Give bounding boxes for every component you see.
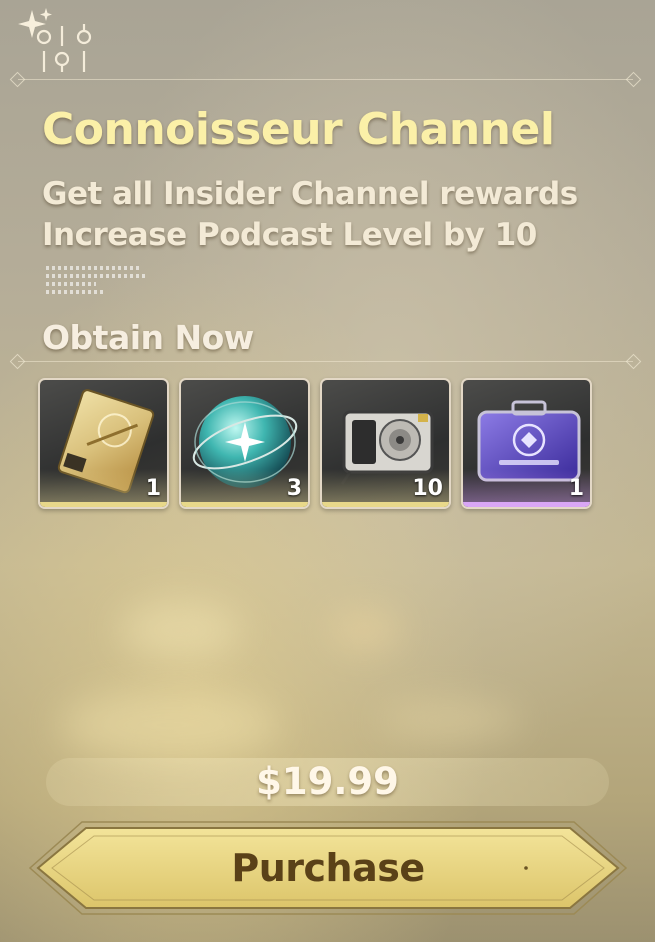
reward-item-case[interactable]: 1 [461,378,592,509]
decorative-code-graphic [46,266,156,298]
description-line-2: Increase Podcast Level by 10 [42,217,537,253]
reward-item-orb[interactable]: 3 [179,378,310,509]
top-divider [9,71,642,88]
page-title: Connoisseur Channel [42,104,555,155]
reward-item-card[interactable]: 1 [38,378,169,509]
channel-logo-icon [12,6,102,78]
reward-count: 10 [412,476,443,501]
mid-divider [9,353,642,370]
purchase-label: Purchase [231,846,425,890]
reward-count: 1 [568,476,584,501]
reward-count: 3 [286,476,302,501]
obtain-now-heading: Obtain Now [42,318,254,357]
price-label: $19.99 [256,760,399,803]
reward-item-device[interactable]: 10 [320,378,451,509]
purchase-button[interactable]: Purchase [24,816,632,920]
description: Get all Insider Channel rewards Increase… [42,174,578,256]
reward-count: 1 [145,476,161,501]
reward-list: 1 3 10 1 [38,378,592,509]
description-line-1: Get all Insider Channel rewards [42,176,578,212]
